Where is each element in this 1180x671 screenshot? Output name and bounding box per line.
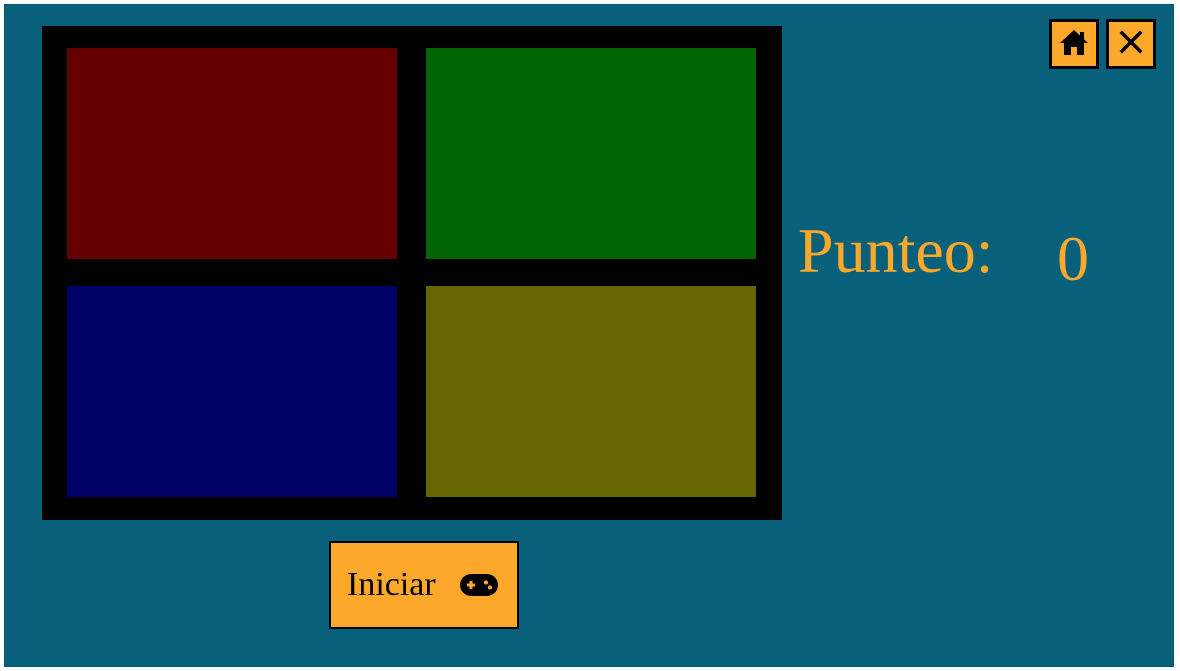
- pad-blue[interactable]: [67, 286, 397, 497]
- close-button[interactable]: [1106, 19, 1156, 69]
- home-icon: [1059, 28, 1089, 61]
- pad-green[interactable]: [426, 48, 756, 259]
- pad-yellow[interactable]: [426, 286, 756, 497]
- score-label: Punteo:: [798, 215, 994, 286]
- game-screen: Punteo: 0 Iniciar: [4, 4, 1174, 667]
- start-button[interactable]: Iniciar: [329, 541, 519, 629]
- score-value: 0: [1057, 223, 1089, 294]
- gamepad-icon: [459, 574, 498, 596]
- simon-board: [42, 26, 782, 520]
- start-button-label: Iniciar: [347, 566, 436, 603]
- pad-red[interactable]: [67, 48, 397, 259]
- home-button[interactable]: [1049, 19, 1099, 69]
- close-icon: [1119, 30, 1143, 59]
